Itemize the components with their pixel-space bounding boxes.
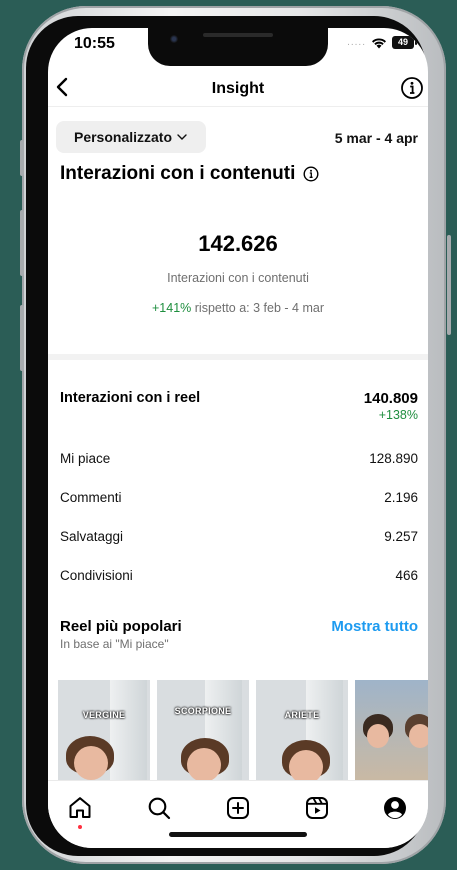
notification-dot [78,825,82,829]
status-icons: ..... 49 [347,36,417,49]
add-square-icon[interactable] [225,795,251,821]
metric-row-comments: Commenti 2.196 [60,490,418,508]
app-screen: 10:55 ..... 49 Insight Personalizzato 5 … [48,28,428,848]
thumbnail-person-face [367,724,389,748]
thumbnail-person-face [289,750,323,780]
show-all-link[interactable]: Mostra tutto [331,618,418,635]
reel-change-percent: +138% [378,408,418,422]
reel-interactions-title: Interazioni con i reel [60,390,201,406]
total-interactions-value: 142.626 [198,231,278,256]
reel-thumbnail[interactable]: SCORPIONE [157,680,249,780]
chevron-down-icon [177,134,187,140]
power-button [447,235,451,335]
metric-label: Salvataggi [60,529,124,544]
popular-reels-title: Reel più popolari [60,618,182,635]
battery-icon: 49 [392,36,417,49]
thumbnail-person-face [74,746,108,780]
notch [148,28,328,66]
top-bar: Insight [48,72,428,107]
thumbnail-person-face [187,748,221,780]
content-interactions-title: Interazioni con i contenuti [60,163,319,185]
volume-up-button [20,210,24,276]
metric-value: 466 [395,568,418,583]
metric-row-shares: Condivisioni 466 [60,568,418,586]
metric-label: Commenti [60,490,122,505]
reel-thumbnail[interactable]: ARIETE [256,680,348,780]
thumbnail-person-face [409,724,428,748]
popular-reels-subtitle: In base ai "Mi piace" [60,637,169,651]
volume-down-button [20,305,24,371]
thumbnail-caption: VERGINE [82,710,126,720]
metric-value: 128.890 [369,451,418,466]
camera-icon [170,35,178,43]
metric-value: 9.257 [384,529,418,544]
date-filter-label: Personalizzato [73,129,173,145]
bottom-tab-bar [48,780,428,848]
reel-thumbnail[interactable] [355,680,428,780]
section-divider [48,354,428,360]
metric-row-saves: Salvataggi 9.257 [60,529,418,547]
thumbnail-caption: SCORPIONE [174,706,232,716]
signal-icon: ..... [347,37,366,48]
profile-icon[interactable] [382,795,408,821]
wifi-icon [372,37,386,48]
comparison-text: +141% rispetto a: 3 feb - 4 mar [48,301,428,315]
metric-label: Mi piace [60,451,111,466]
reels-icon[interactable] [304,795,330,821]
date-filter-dropdown[interactable]: Personalizzato [56,121,206,153]
change-percent: +141% [152,301,192,315]
mute-switch [20,140,24,176]
thumbnail-background [110,680,147,780]
page-title: Insight [211,80,265,97]
metric-value: 2.196 [384,490,418,505]
info-icon[interactable] [303,166,319,182]
total-interactions-caption: Interazioni con i contenuti [167,271,309,285]
reel-interactions-value: 140.809 [363,390,418,407]
reel-thumbnail[interactable]: VERGINE [58,680,150,780]
status-time: 10:55 [74,35,115,52]
home-indicator [169,832,307,837]
comparison-period: rispetto a: 3 feb - 4 mar [191,301,324,315]
content-interactions-heading: Interazioni con i contenuti [60,163,296,184]
metric-label: Condivisioni [60,568,133,583]
speaker-grille [203,33,273,37]
metric-row-likes: Mi piace 128.890 [60,451,418,469]
home-icon[interactable] [67,795,93,821]
thumbnail-caption: ARIETE [284,710,320,720]
info-icon[interactable] [400,76,424,100]
search-icon[interactable] [146,795,172,821]
date-range: 5 mar - 4 apr [334,130,418,146]
